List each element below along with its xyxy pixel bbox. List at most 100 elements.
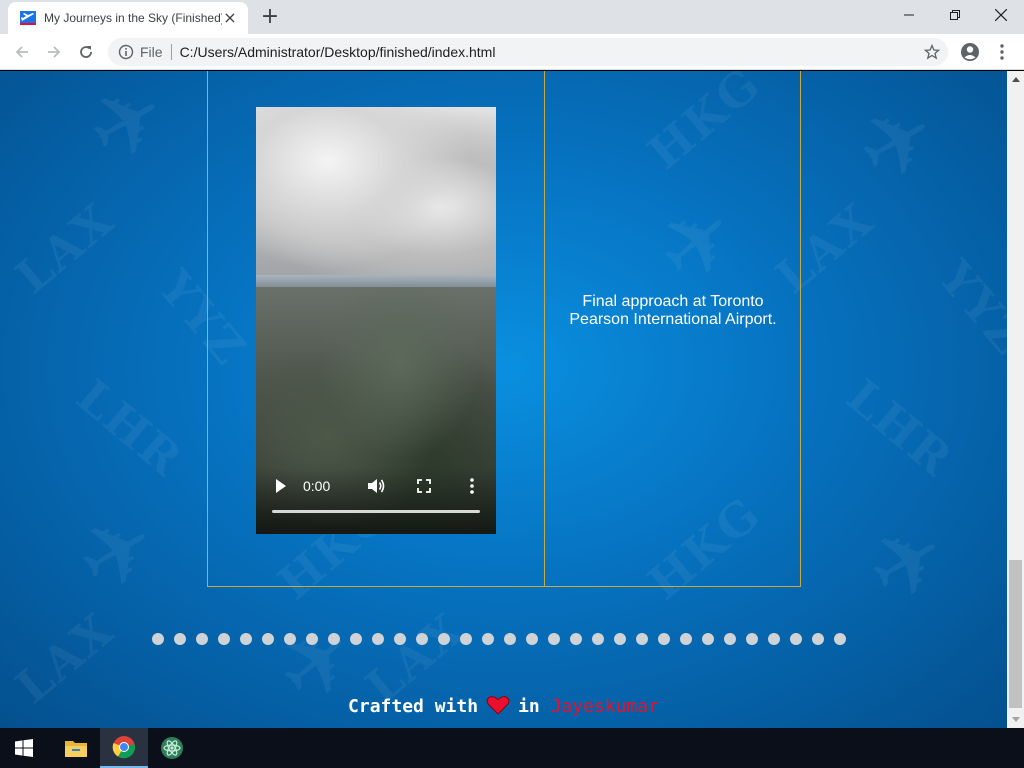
close-icon xyxy=(995,9,1007,21)
page-body: ✈ ✈ ✈ ✈ ✈ ✈ LAX LAX LAX LAX YYZ YYZ LHR … xyxy=(0,71,1007,728)
carousel-dot[interactable] xyxy=(702,633,714,645)
heart-icon xyxy=(486,696,510,715)
carousel-dots xyxy=(152,633,856,647)
volume-icon[interactable] xyxy=(366,477,386,495)
back-button[interactable] xyxy=(8,38,36,66)
carousel-dot[interactable] xyxy=(790,633,802,645)
airport-code-watermark: LHR xyxy=(66,368,194,488)
carousel-dot[interactable] xyxy=(152,633,164,645)
footer-prefix: Crafted with xyxy=(348,696,479,717)
carousel-dot[interactable] xyxy=(306,633,318,645)
profile-button[interactable] xyxy=(956,38,984,66)
chrome-icon xyxy=(112,736,136,759)
page-scrollbar[interactable] xyxy=(1007,71,1024,728)
fullscreen-icon[interactable] xyxy=(416,478,432,494)
video-more-options-icon[interactable] xyxy=(466,477,478,495)
carousel-dot[interactable] xyxy=(328,633,340,645)
bookmark-star-icon[interactable] xyxy=(918,38,946,66)
restore-icon xyxy=(950,10,960,20)
browser-tabstrip: My Journeys in the Sky (Finished) × + xyxy=(0,0,1024,34)
start-button[interactable] xyxy=(0,728,48,768)
video-progress-bar[interactable] xyxy=(272,510,480,513)
airport-code-watermark: LHR xyxy=(836,368,964,488)
carousel-dot[interactable] xyxy=(724,633,736,645)
atom-icon xyxy=(161,737,183,759)
url-scheme-label: File xyxy=(140,44,172,60)
scroll-up-arrow-icon[interactable] xyxy=(1007,71,1024,88)
carousel-dot[interactable] xyxy=(812,633,824,645)
carousel-dot[interactable] xyxy=(240,633,252,645)
file-explorer-button[interactable] xyxy=(52,728,100,768)
carousel-dot[interactable] xyxy=(350,633,362,645)
info-icon[interactable] xyxy=(112,38,140,66)
carousel-dot[interactable] xyxy=(614,633,626,645)
carousel-dot[interactable] xyxy=(768,633,780,645)
plane-watermark-icon: ✈ xyxy=(68,71,187,188)
scroll-down-arrow-icon[interactable] xyxy=(1007,711,1024,728)
author-name[interactable]: Jayeskumar xyxy=(551,696,659,717)
carousel-dot[interactable] xyxy=(658,633,670,645)
carousel-dot[interactable] xyxy=(196,633,208,645)
video-time: 0:00 xyxy=(303,478,331,494)
carousel-dot[interactable] xyxy=(548,633,560,645)
carousel-dot[interactable] xyxy=(636,633,648,645)
chrome-taskbar-button[interactable] xyxy=(100,728,148,768)
forward-arrow-icon xyxy=(48,46,61,58)
atom-editor-taskbar-button[interactable] xyxy=(148,728,196,768)
page-footer: Crafted with in Jayeskumar xyxy=(0,695,1007,721)
windows-logo-icon xyxy=(15,739,33,757)
carousel-dot[interactable] xyxy=(526,633,538,645)
reload-button[interactable] xyxy=(72,38,100,66)
carousel-dot[interactable] xyxy=(174,633,186,645)
restore-button[interactable] xyxy=(932,0,978,30)
carousel-dot[interactable] xyxy=(592,633,604,645)
carousel-dot[interactable] xyxy=(460,633,472,645)
carousel-dot[interactable] xyxy=(394,633,406,645)
browser-menu-button[interactable] xyxy=(988,38,1016,66)
carousel-dot[interactable] xyxy=(284,633,296,645)
carousel-dot[interactable] xyxy=(834,633,846,645)
airport-code-watermark: LAX xyxy=(5,192,125,304)
airport-code-watermark: YYZ xyxy=(928,250,1007,366)
back-arrow-icon xyxy=(15,46,28,58)
page-viewport: ✈ ✈ ✈ ✈ ✈ ✈ LAX LAX LAX LAX YYZ YYZ LHR … xyxy=(0,71,1024,728)
plane-watermark-icon: ✈ xyxy=(838,79,957,208)
address-bar[interactable]: File C:/Users/Administrator/Desktop/fini… xyxy=(108,38,948,66)
minimize-icon xyxy=(904,14,914,16)
carousel-dot[interactable] xyxy=(570,633,582,645)
kebab-menu-icon xyxy=(1000,44,1004,60)
journey-table: 0:00 Final approach at Toronto Pearson I… xyxy=(207,71,801,587)
plane-favicon-icon xyxy=(20,11,36,25)
carousel-dot[interactable] xyxy=(438,633,450,645)
carousel-dot[interactable] xyxy=(372,633,384,645)
browser-tab[interactable]: My Journeys in the Sky (Finished) × xyxy=(8,2,248,34)
footer-middle: in xyxy=(518,696,540,717)
account-icon xyxy=(961,43,979,61)
windows-taskbar xyxy=(0,728,1024,768)
scrollbar-thumb[interactable] xyxy=(1009,560,1022,708)
forward-button[interactable] xyxy=(40,38,68,66)
table-cell-divider xyxy=(544,71,545,586)
video-caption: Final approach at Toronto Pearson Intern… xyxy=(569,293,777,328)
carousel-dot[interactable] xyxy=(416,633,428,645)
folder-icon xyxy=(65,741,87,757)
close-tab-icon[interactable]: × xyxy=(222,10,238,26)
video-frame-sky xyxy=(256,107,496,287)
carousel-dot[interactable] xyxy=(746,633,758,645)
carousel-dot[interactable] xyxy=(262,633,274,645)
new-tab-button[interactable]: + xyxy=(256,4,284,32)
close-window-button[interactable] xyxy=(978,0,1024,30)
url-text[interactable]: C:/Users/Administrator/Desktop/finished/… xyxy=(172,44,918,60)
carousel-dot[interactable] xyxy=(482,633,494,645)
play-icon[interactable] xyxy=(274,477,288,495)
reload-icon xyxy=(80,46,92,58)
flight-video-player[interactable]: 0:00 xyxy=(256,107,496,534)
tab-title: My Journeys in the Sky (Finished) xyxy=(44,11,222,25)
plane-watermark-icon: ✈ xyxy=(848,499,967,628)
carousel-dot[interactable] xyxy=(680,633,692,645)
browser-toolbar: File C:/Users/Administrator/Desktop/fini… xyxy=(0,34,1024,70)
minimize-button[interactable] xyxy=(886,0,932,30)
carousel-dot[interactable] xyxy=(218,633,230,645)
carousel-dot[interactable] xyxy=(504,633,516,645)
plane-watermark-icon: ✈ xyxy=(58,489,177,618)
